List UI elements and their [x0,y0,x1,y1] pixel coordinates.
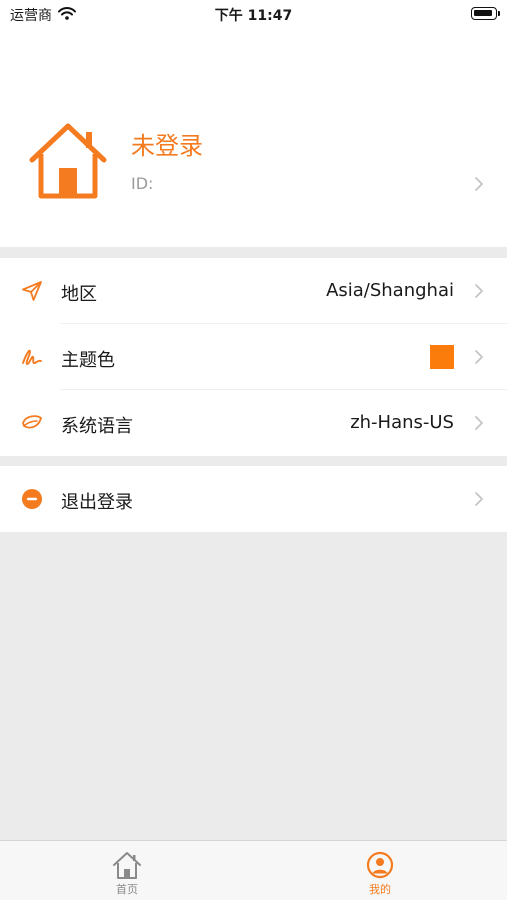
theme-color-swatch[interactable] [430,345,454,369]
settings-row-theme[interactable]: 主题色 [0,324,507,390]
home-icon [97,851,157,879]
tab-mine-label: 我的 [369,883,391,896]
settings-row-language[interactable]: 系统语言 zh-Hans-US [0,390,507,456]
tab-mine[interactable]: 我的 [350,851,410,897]
profile-header[interactable]: 未登录 ID: [0,28,507,247]
status-bar: 运营商 下午 11:47 [0,0,507,28]
house-avatar-icon [28,120,108,200]
logout-button[interactable]: 退出登录 [0,466,507,532]
signature-icon [20,345,44,369]
profile-icon [350,851,410,879]
chevron-right-icon [473,349,485,365]
battery-icon [471,7,500,20]
chevron-right-icon [473,415,485,431]
tab-bar: 首页 我的 [0,840,507,900]
send-arrow-icon [20,279,44,303]
language-value: zh-Hans-US [350,412,454,433]
chevron-right-icon [473,283,485,299]
logout-group: 退出登录 [0,466,507,532]
user-id: ID: [131,174,154,193]
leaf-icon [20,411,44,435]
settings-row-region[interactable]: 地区 Asia/Shanghai [0,258,507,324]
clock: 下午 11:47 [214,8,293,24]
region-value: Asia/Shanghai [326,280,454,301]
minus-circle-icon [20,487,44,511]
theme-label: 主题色 [61,350,115,371]
logout-label: 退出登录 [61,492,133,513]
user-name: 未登录 [131,132,203,160]
chevron-right-icon [473,176,485,192]
language-label: 系统语言 [61,416,133,437]
chevron-right-icon [473,491,485,507]
tab-home[interactable]: 首页 [97,851,157,897]
settings-group: 地区 Asia/Shanghai 主题色 系统语言 zh-Hans-US [0,258,507,456]
region-label: 地区 [61,284,97,305]
tab-home-label: 首页 [116,883,138,896]
